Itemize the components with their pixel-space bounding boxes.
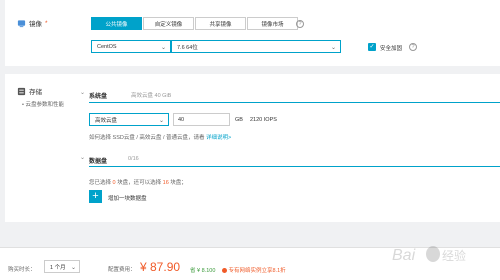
price-value: ¥ 87.90 — [140, 260, 181, 274]
help-icon[interactable]: ? — [409, 43, 417, 51]
collapse-caret-icon[interactable]: ⌄ — [80, 89, 85, 96]
help-icon[interactable]: ? — [296, 20, 304, 28]
duration-label: 购买时长： — [8, 267, 36, 273]
security-hardening-label: 安全加固 — [380, 46, 403, 52]
size-unit: GB — [235, 117, 243, 123]
system-disk-hint: 高效云盘 40 GiB — [131, 93, 172, 99]
storage-panel: 存储 — [5, 74, 500, 222]
duration-select[interactable]: 1 个月 ⌄ — [44, 260, 80, 273]
storage-icon — [17, 87, 26, 95]
cloud-disk-params-link[interactable]: • 云盘参数和性能 — [22, 100, 64, 108]
system-disk-type-select[interactable]: 高效云盘 ⌄ — [89, 113, 169, 126]
disk-type-help-text: 如何选择 SSD云盘 / 高效云盘 / 普通云盘，请看 详细说明> — [89, 135, 232, 141]
add-data-disk-label[interactable]: 增加一块数据盘 — [108, 194, 147, 202]
data-disk-status: 您已选择 0 块盘，还可以选择 16 块盘； — [89, 180, 187, 186]
tab-public-image[interactable]: 公共镜像 — [91, 17, 142, 30]
divider — [89, 166, 500, 167]
security-hardening-checkbox[interactable]: ✓ — [368, 43, 376, 51]
os-select[interactable]: CentOS ⌄ — [91, 40, 171, 53]
fee-label: 配置费用： — [108, 267, 136, 273]
svg-text:经验: 经验 — [442, 248, 466, 263]
system-disk-size-input[interactable]: 40 — [173, 113, 230, 126]
info-icon — [222, 268, 227, 274]
iops-value: 2120 IOPS — [250, 117, 277, 123]
tab-shared-image[interactable]: 共享镜像 — [195, 17, 246, 30]
chevron-down-icon: ⌄ — [330, 45, 336, 51]
version-select[interactable]: 7.6 64位 ⌄ — [171, 40, 341, 53]
tab-image-market[interactable]: 镜像市场 — [247, 17, 298, 30]
baidu-watermark-logo: Bai 经验 — [392, 246, 466, 264]
image-icon — [17, 19, 26, 27]
divider — [89, 102, 500, 103]
add-data-disk-button[interactable]: + — [89, 190, 102, 203]
svg-text:Bai: Bai — [392, 247, 416, 264]
saved-amount: 省 ¥ 8.100 — [190, 268, 216, 274]
chevron-down-icon: ⌄ — [70, 265, 76, 271]
collapse-caret-icon[interactable]: ⌄ — [80, 154, 85, 161]
image-section-title: 镜像 * — [17, 18, 48, 28]
storage-section-title: 存储 — [17, 86, 42, 96]
system-disk-label: 系统盘 — [89, 94, 108, 100]
promo-text: 专有网络实例立享8.1折 — [222, 266, 286, 274]
tab-custom-image[interactable]: 自定义镜像 — [143, 17, 194, 30]
chevron-down-icon: ⌄ — [158, 118, 164, 124]
data-disk-count: 0/16 — [128, 156, 139, 162]
image-panel: 镜像 * 公共镜像 自定义镜像 共享镜像 镜像市场 ? CentOS ⌄ 7.6… — [5, 0, 500, 66]
details-link[interactable]: 详细说明> — [206, 135, 231, 141]
chevron-down-icon: ⌄ — [160, 45, 166, 51]
data-disk-label: 数据盘 — [89, 159, 108, 165]
